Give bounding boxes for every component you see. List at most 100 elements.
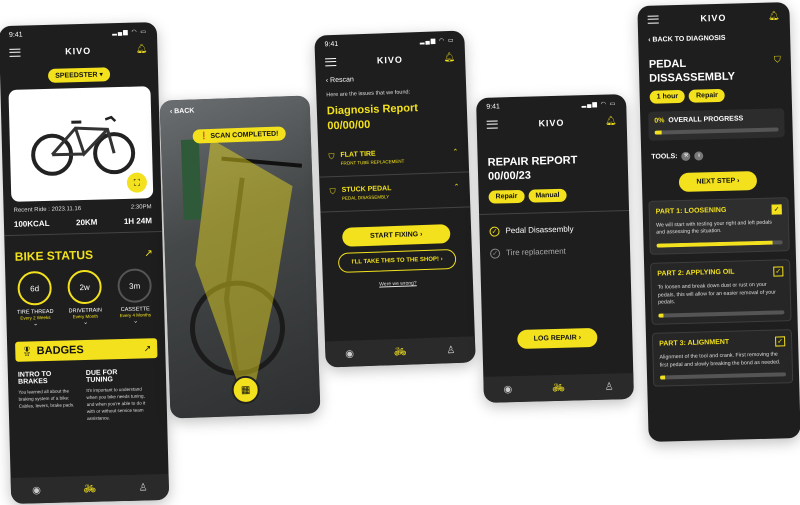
stat-distance: 20KM [75, 217, 98, 228]
bell-icon[interactable]: 🔔︎ [136, 43, 148, 54]
stat-duration: 1H 24M [123, 216, 153, 226]
check-circle-icon: ✓ [489, 226, 500, 237]
overall-progress-bar [654, 127, 779, 135]
part-progress-bar [656, 240, 783, 248]
part-card-applying-oil[interactable]: PART 2: APPLYING OIL ✓ To loosen and brea… [650, 259, 792, 325]
were-we-wrong-link[interactable]: Were we wrong? [323, 278, 473, 289]
checkbox-icon[interactable]: ✓ [771, 203, 782, 215]
pedal-disassembly-screen: KIVO 🔔︎ ‹ BACK TO DIAGNOSIS PEDAL DISSAS… [637, 2, 800, 442]
badges-header[interactable]: 🎖︎ BADGES ↗ [15, 338, 158, 362]
back-button[interactable]: ‹ BACK [170, 108, 195, 116]
scan-icon: ⛶ [133, 177, 141, 188]
nav-profile-icon[interactable]: ♙ [605, 381, 614, 392]
back-label: BACK [174, 107, 195, 116]
repair-item[interactable]: ✓ Tire replacement [480, 239, 631, 265]
checkbox-icon[interactable]: ✓ [773, 266, 784, 277]
bike-model-select[interactable]: SPEEDSTER ▾ [47, 67, 111, 83]
progress-fill [656, 240, 773, 248]
chevron-right-icon: › [578, 333, 582, 342]
bottom-nav: ◉ 🚲︎ ♙ [324, 336, 476, 368]
dial-drivetrain[interactable]: 2w DRIVETRAIN Every Month ⌄ [61, 269, 108, 326]
nav-profile-icon[interactable]: ♙ [139, 482, 148, 493]
progress-fill [654, 130, 663, 135]
scan-screen: ‹ BACK ❗ SCAN COMPLETED! ▦ [159, 95, 321, 419]
chevron-down-icon: ⌄ [132, 318, 139, 325]
progress-fill [658, 313, 664, 318]
nav-target-icon[interactable]: ◉ [32, 485, 41, 496]
tools-label: TOOLS: [651, 152, 678, 161]
app-logo: KIVO [376, 54, 404, 66]
bell-icon[interactable]: 🔔︎ [605, 115, 617, 126]
progress-ring: 3m [117, 268, 153, 304]
status-time: 9:41 [324, 40, 339, 49]
bike-image [31, 115, 136, 176]
badge-desc: It's important to understand when you bi… [86, 386, 146, 421]
menu-icon[interactable] [9, 48, 21, 57]
take-to-shop-button[interactable]: I'LL TAKE THIS TO THE SHOP! › [337, 248, 457, 273]
badge-card[interactable]: DUE FOR TUNING It's important to underst… [86, 368, 147, 422]
part-progress-bar [658, 310, 785, 318]
nav-bike-icon[interactable]: 🚲︎ [394, 346, 407, 357]
status-icons: ▂▄▆ ◠ ▭ [419, 37, 455, 46]
grid-icon: ▦ [240, 384, 251, 396]
progress-ring: 2w [67, 269, 103, 305]
part-progress-bar [660, 372, 787, 380]
menu-icon[interactable] [647, 15, 659, 24]
oil-icon[interactable]: 💧︎ [694, 150, 704, 161]
nav-profile-icon[interactable]: ♙ [446, 344, 455, 355]
tools-row: TOOLS: ⚒ 💧︎ [641, 145, 793, 166]
chevron-up-icon: ⌃ [453, 183, 460, 191]
menu-icon[interactable] [325, 57, 337, 66]
issue-stuck-pedal[interactable]: ⛉ STUCK PEDAL PEDAL DISASSEMBLY ⌃ [319, 172, 471, 213]
repair-date: 00/00/23 [487, 169, 532, 184]
menu-icon[interactable] [486, 119, 498, 129]
bookmark-icon: ⛉ [329, 186, 336, 196]
tag-repair: Repair [488, 189, 525, 204]
bike-status-title: BIKE STATUS [14, 247, 94, 264]
nav-bike-icon[interactable]: 🚲︎ [552, 382, 565, 393]
medal-icon: 🎖︎ [21, 345, 33, 357]
nav-target-icon[interactable]: ◉ [503, 384, 512, 395]
log-repair-button[interactable]: LOG REPAIR › [517, 327, 598, 349]
chevron-right-icon: › [419, 230, 423, 238]
badge-title: DUE FOR TUNING [85, 369, 118, 384]
app-logo: KIVO [700, 12, 727, 23]
bookmark-icon: ⛉ [328, 151, 335, 161]
badge-title: INTRO TO BRAKES [17, 370, 52, 386]
nav-bike-icon[interactable]: 🚲︎ [83, 483, 96, 494]
bell-icon[interactable]: 🔔︎ [443, 52, 455, 63]
overall-progress-card: 0% OVERALL PROGRESS [648, 107, 785, 141]
badge-card[interactable]: INTRO TO BRAKES You learned all about th… [18, 370, 79, 424]
chevron-down-icon: ▾ [99, 71, 104, 79]
dial-cassette[interactable]: 3m CASSETTE Every 4 Months ⌄ [111, 268, 158, 325]
bookmark-icon[interactable]: ⛉ [774, 54, 782, 83]
arrow-up-right-icon: ↗ [143, 342, 152, 353]
guide-title: PEDAL DISSASSEMBLY [648, 57, 736, 86]
bottom-nav: ◉ 🚲︎ ♙ [483, 372, 634, 403]
checkbox-icon[interactable]: ✓ [775, 336, 786, 347]
home-screen: 9:41 ▂▄▆ ◠ ▭ KIVO 🔔︎ SPEEDSTER ▾ ⛶ Recen… [0, 22, 170, 504]
issue-flat-tire[interactable]: ⛉ FLAT TIRE FRONT TUBE REPLACEMENT ⌃ [317, 137, 470, 178]
start-fixing-button[interactable]: START FIXING › [341, 223, 451, 247]
tag-manual: Manual [528, 188, 567, 203]
progress-label: OVERALL PROGRESS [668, 114, 744, 124]
bell-icon[interactable]: 🔔︎ [768, 10, 780, 21]
stat-calories: 100KCAL [13, 218, 50, 229]
next-step-button[interactable]: NEXT STEP › [678, 170, 758, 192]
part-card-loosening[interactable]: PART 1: LOOSENING ✓ We will start with te… [648, 196, 790, 255]
dial-tire-thread[interactable]: 6d TIRE THREAD Every 2 Weeks ⌄ [11, 270, 58, 328]
wrench-icon[interactable]: ⚒ [681, 151, 691, 161]
diagnosis-screen: 9:41 ▂▄▆ ◠ ▭ KIVO 🔔︎ ‹ Rescan Here are t… [314, 30, 476, 368]
progress-value: 0% [654, 116, 665, 125]
chevron-down-icon: ⌄ [32, 321, 39, 328]
badge-desc: You learned all about the braking system… [18, 388, 75, 409]
status-icons: ▂▄▆ ◠ ▭ [112, 29, 148, 37]
nav-target-icon[interactable]: ◉ [345, 348, 354, 359]
alert-icon: ❗ [199, 133, 209, 141]
chevron-down-icon: ⌄ [82, 319, 89, 327]
check-circle-icon: ✓ [489, 248, 501, 259]
arrow-up-right-icon[interactable]: ↗ [144, 248, 153, 259]
bike-photo-card: ⛶ [8, 86, 154, 202]
part-card-alignment[interactable]: PART 3: ALIGNMENT ✓ Alignment of the tool… [651, 329, 794, 388]
scan-bike-button[interactable]: ⛶ [126, 172, 148, 193]
